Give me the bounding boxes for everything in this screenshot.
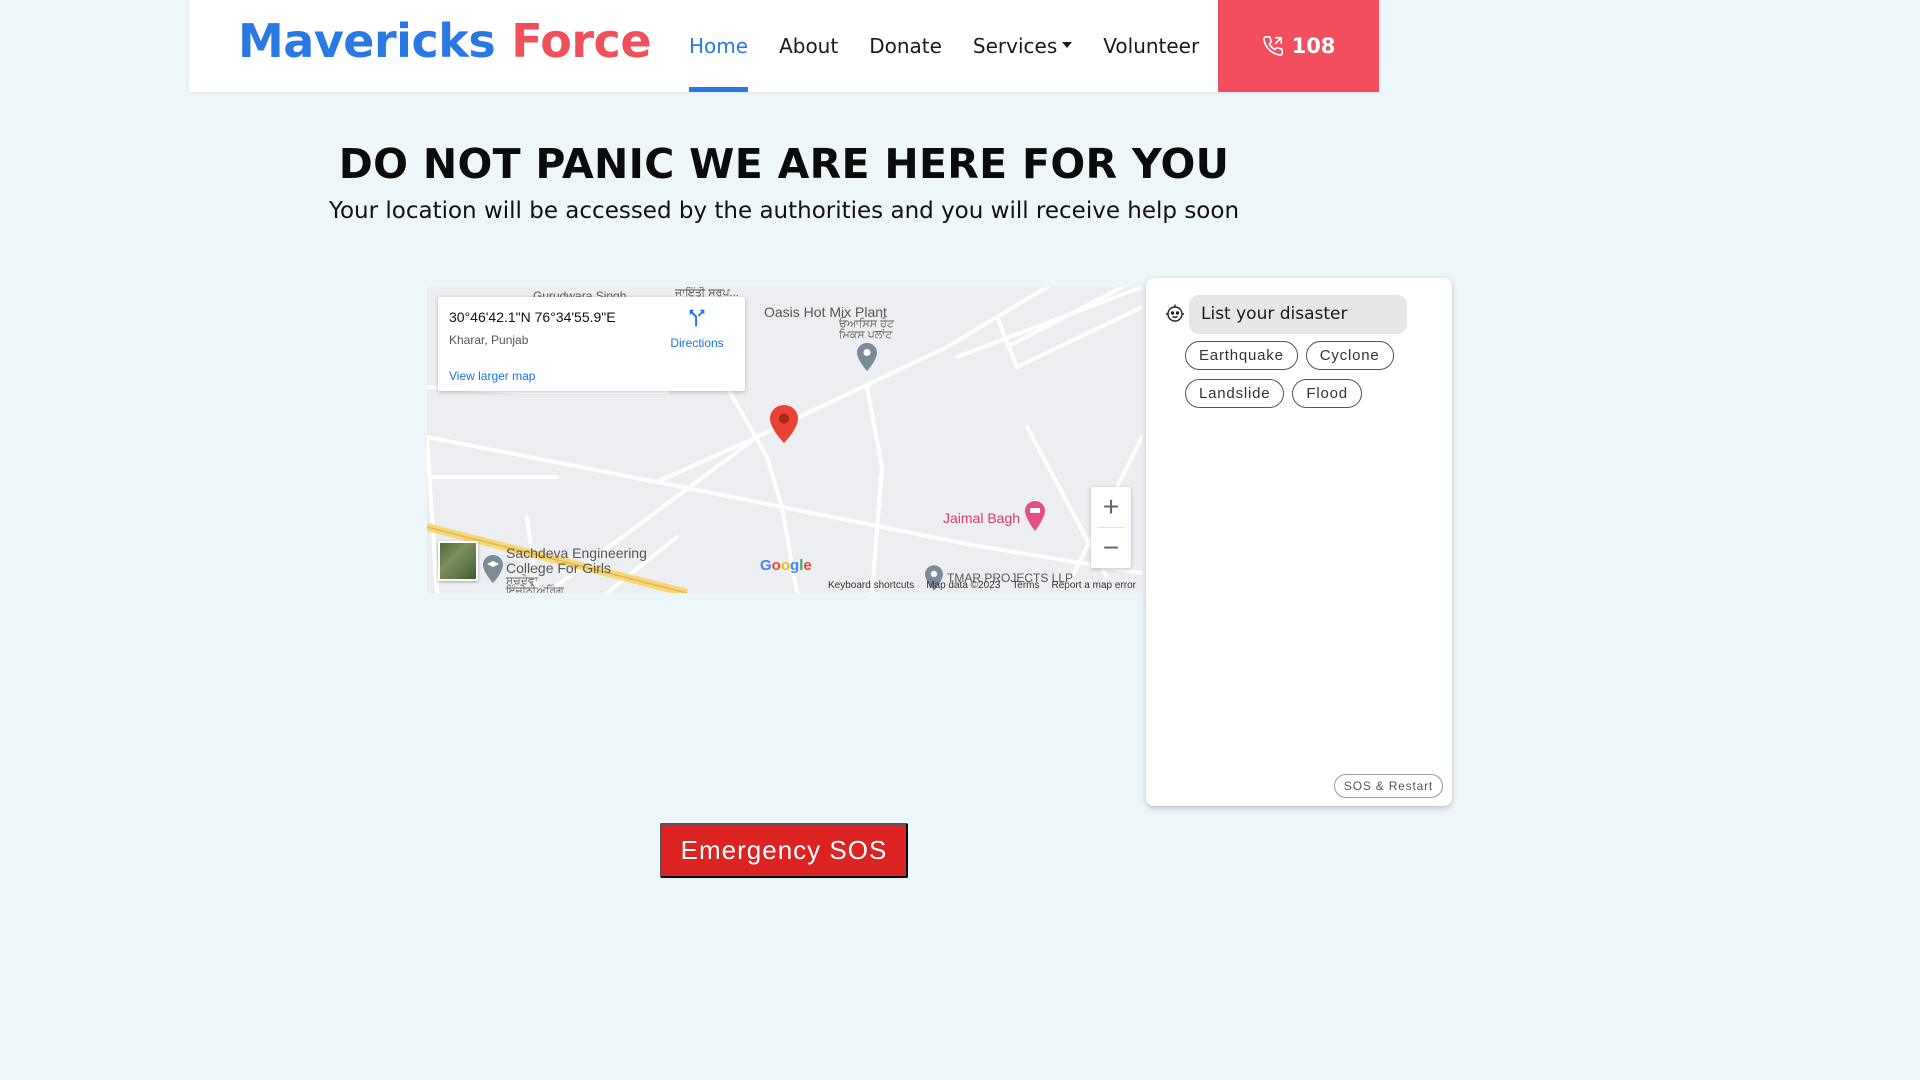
map-location-name: Kharar, Punjab [449, 333, 529, 347]
option-landslide[interactable]: Landslide [1185, 379, 1285, 408]
map-coordinates: 30°46'42.1"N 76°34'55.9"E [449, 309, 616, 325]
nav-volunteer[interactable]: Volunteer [1103, 0, 1199, 92]
map-info-card: 30°46'42.1"N 76°34'55.9"E Kharar, Punjab… [438, 297, 745, 391]
school-pin-icon [483, 555, 503, 583]
bot-icon [1166, 304, 1184, 322]
phone-number: 108 [1291, 34, 1336, 58]
map-attribution: Keyboard shortcuts Map data ©2023 Terms … [828, 580, 1136, 591]
page-headline: DO NOT PANIC WE ARE HERE FOR YOU [338, 140, 1230, 188]
main-nav: Home About Donate Services Volunteer [689, 0, 1230, 92]
chatbot-panel: List your disaster Earthquake Cyclone La… [1146, 278, 1452, 806]
location-pin-icon[interactable] [770, 405, 798, 443]
map-data-text: Map data ©2023 [926, 580, 1001, 591]
location-map[interactable]: Gurudwara Singh ਜਾਇੰਤੀ ਸਰੂਪ... Oasis Hot… [427, 287, 1142, 593]
directions-button[interactable]: Directions [667, 307, 727, 350]
option-cyclone[interactable]: Cyclone [1305, 341, 1394, 370]
zoom-out-button[interactable]: − [1091, 528, 1131, 568]
navbar: Mavericks Force Home About Donate Service… [189, 0, 1379, 92]
nav-about[interactable]: About [779, 0, 838, 92]
option-earthquake[interactable]: Earthquake [1185, 341, 1298, 370]
nav-services[interactable]: Services [972, 0, 1073, 92]
directions-icon [689, 309, 705, 327]
report-error-link[interactable]: Report a map error [1052, 580, 1136, 591]
google-logo: Google [760, 557, 812, 574]
zoom-in-button[interactable]: + [1091, 487, 1131, 527]
zoom-control: + − [1091, 487, 1131, 568]
brand-part-2: Force [511, 14, 652, 68]
hotel-pin-icon [1025, 501, 1045, 531]
view-larger-map-link[interactable]: View larger map [449, 369, 535, 383]
brand-part-1: Mavericks [238, 14, 496, 68]
chat-prompt-bubble: List your disaster [1189, 295, 1407, 334]
nav-donate[interactable]: Donate [869, 0, 942, 92]
sos-restart-button[interactable]: SOS & Restart [1333, 774, 1443, 798]
nav-services-label: Services [972, 34, 1058, 58]
map-label-jaimal-bagh: Jaimal Bagh [943, 510, 1021, 526]
keyboard-shortcuts-link[interactable]: Keyboard shortcuts [828, 580, 914, 591]
brand-logo[interactable]: Mavericks Force [238, 14, 652, 68]
directions-label: Directions [670, 336, 724, 350]
option-flood[interactable]: Flood [1292, 379, 1362, 408]
satellite-toggle[interactable] [438, 541, 478, 581]
emergency-sos-button[interactable]: Emergency SOS [660, 823, 908, 878]
map-pin-gray-icon [857, 343, 877, 371]
call-108-button[interactable]: 108 [1218, 0, 1379, 92]
map-label-oasis-pa2: ਮਿਕਸ ਪਲਾਂਟ [839, 329, 893, 341]
nav-home[interactable]: Home [689, 0, 749, 92]
phone-icon [1262, 36, 1283, 56]
disaster-options: Earthquake Cyclone Landslide Flood [1185, 341, 1425, 408]
map-label-sachdeva-2: College For Girls [506, 560, 612, 576]
page-subline: Your location will be accessed by the au… [328, 198, 1240, 224]
chevron-down-icon [1062, 41, 1073, 48]
map-label-sachdeva-1: Sachdeva Engineering [506, 545, 647, 561]
terms-link[interactable]: Terms [1012, 580, 1039, 591]
map-label-sachdeva-pa2: ਇੰਜੀਨੀਅਰਿੰਗ [506, 585, 564, 593]
